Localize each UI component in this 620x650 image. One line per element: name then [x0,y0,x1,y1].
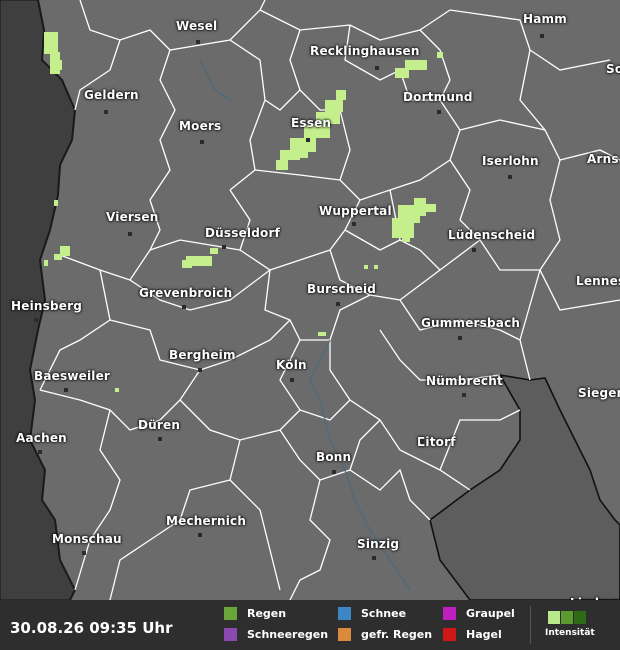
city-label-dueren: Düren [138,418,181,432]
city-label-wesel: Wesel [176,19,218,33]
city-marker [336,302,340,306]
legend-label: Regen [247,607,287,620]
city-marker [34,318,38,322]
city-label-aachen: Aachen [16,431,67,445]
city-label-viersen: Viersen [106,210,159,224]
hagel-swatch [443,628,456,641]
legend-label: gefr. Regen [361,628,433,641]
city-label-gummersbach: Gummersbach [421,316,521,330]
intensity-swatch-strong [574,611,586,624]
city-label-luedenscheid: Lüdenscheid [448,228,536,242]
city-marker [182,305,186,309]
city-label-hamm: Hamm [523,12,567,26]
city-label-iserlohn: Iserlohn [482,154,539,168]
city-marker [352,222,356,226]
radar-map-view: Hamm Wesel Recklinghausen So Geldern Dor… [0,0,620,650]
intensity-swatch-medium [561,611,573,624]
city-label-heinsberg: Heinsberg [11,299,83,313]
city-marker [38,450,42,454]
city-label-monschau: Monschau [52,532,122,546]
city-label-mechernich: Mechernich [166,514,247,528]
city-label-moers: Moers [179,119,222,133]
city-marker [420,439,424,443]
city-label-geldern: Geldern [84,88,139,102]
city-marker [158,437,162,441]
city-label-siegen: Siegen [578,386,620,400]
city-marker [372,556,376,560]
intensity-swatch-light [548,611,560,624]
city-label-sinzig: Sinzig [357,537,400,551]
legend-label: Hagel [466,628,502,641]
city-label-burscheid: Burscheid [307,282,377,296]
city-label-grevenbroich: Grevenbroich [139,286,233,300]
city-marker [128,232,132,236]
schneeregen-swatch [224,628,237,641]
regen-swatch [224,607,237,620]
city-marker [196,40,200,44]
city-label-nuembrecht: Nümbrecht [426,374,503,388]
gefr-regen-swatch [338,628,351,641]
city-label-dortmund: Dortmund [403,90,473,104]
city-marker [540,34,544,38]
city-label-essen: Essen [291,116,332,130]
city-marker [508,175,512,179]
legend-separator [530,606,531,644]
city-label-recklinghausen: Recklinghausen [310,44,420,58]
city-marker [458,336,462,340]
city-label-wuppertal: Wuppertal [319,204,392,218]
city-marker [198,368,202,372]
city-marker [104,110,108,114]
intensity-label: Intensität [545,628,595,638]
city-marker [462,393,466,397]
city-marker [375,66,379,70]
city-marker [82,551,86,555]
city-marker [306,138,310,142]
legend-label: Schneeregen [247,628,329,641]
city-label-koeln: Köln [276,358,307,372]
city-marker [222,245,226,249]
city-marker [200,140,204,144]
timestamp: 30.08.26 09:35 Uhr [10,619,173,637]
city-label-bonn: Bonn [316,450,352,464]
city-label-lennes: Lennes [576,274,620,288]
city-label-so: So [606,62,620,76]
outside-region-east [429,373,620,601]
city-marker [64,388,68,392]
city-label-arns: Arns [587,152,619,166]
schnee-swatch [338,607,351,620]
city-marker [332,470,336,474]
city-marker [472,248,476,252]
city-marker [198,533,202,537]
city-label-duesseldorf: Düsseldorf [205,226,281,240]
legend-label: Schnee [361,607,407,620]
graupel-swatch [443,607,456,620]
city-label-baesweiler: Baesweiler [34,369,111,383]
legend-label: Graupel [466,607,515,620]
city-marker [290,378,294,382]
city-marker [437,110,441,114]
city-label-bergheim: Bergheim [169,348,236,362]
